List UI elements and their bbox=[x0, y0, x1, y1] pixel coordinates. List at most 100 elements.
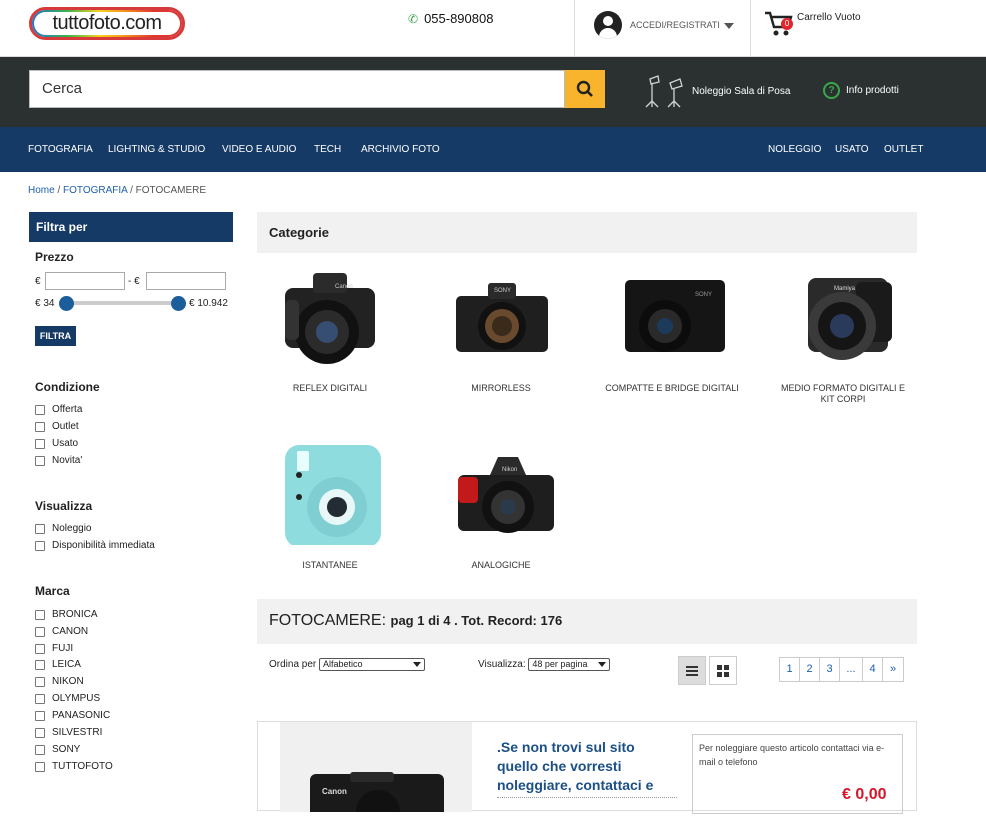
checkbox[interactable] bbox=[35, 540, 45, 551]
checkbox[interactable] bbox=[35, 523, 45, 534]
mirrorless-camera-icon: SONY bbox=[446, 268, 556, 368]
nav-item-video-audio[interactable]: VIDEO E AUDIO bbox=[222, 144, 296, 155]
category-card[interactable]: Canon REFLEX DIGITALI bbox=[260, 268, 400, 394]
price-min-input[interactable] bbox=[45, 272, 125, 290]
nav-item-noleggio[interactable]: NOLEGGIO bbox=[768, 144, 821, 155]
per-page-select-value: 48 per pagina bbox=[532, 659, 588, 669]
list-view-button[interactable] bbox=[678, 656, 706, 685]
brand-option[interactable]: BRONICA bbox=[35, 609, 98, 620]
product-message[interactable]: .Se non trovi sul sito quello che vorres… bbox=[497, 738, 677, 795]
checkbox[interactable] bbox=[35, 659, 45, 670]
product-price: € 0,00 bbox=[842, 786, 887, 803]
category-label: MEDIO FORMATO DIGITALI E KIT CORPI bbox=[780, 383, 905, 404]
nav-item-fotografia[interactable]: FOTOGRAFIA bbox=[28, 144, 93, 155]
checkbox[interactable] bbox=[35, 404, 45, 415]
brand-option[interactable]: NIKON bbox=[35, 676, 84, 687]
brand-option-label: LEICA bbox=[52, 659, 81, 670]
condition-option[interactable]: Novita' bbox=[35, 455, 82, 466]
checkbox[interactable] bbox=[35, 609, 45, 620]
phone-contact[interactable]: ✆ 055-890808 bbox=[408, 11, 493, 26]
divider bbox=[574, 0, 575, 57]
grid-view-button[interactable] bbox=[709, 656, 737, 685]
visualize-option[interactable]: Disponibilità immediata bbox=[35, 540, 155, 551]
checkbox[interactable] bbox=[35, 643, 45, 654]
brand-option[interactable]: CANON bbox=[35, 626, 88, 637]
listing-header: FOTOCAMERE: pag 1 di 4 . Tot. Record: 17… bbox=[257, 599, 917, 644]
brand-option-label: TUTTOFOTO bbox=[52, 761, 113, 772]
breadcrumb-fotografia[interactable]: FOTOGRAFIA bbox=[63, 185, 127, 196]
nav-item-archivio-foto[interactable]: ARCHIVIO FOTO bbox=[361, 144, 440, 155]
checkbox[interactable] bbox=[35, 626, 45, 637]
brand-option[interactable]: SILVESTRI bbox=[35, 727, 102, 738]
brand-option[interactable]: FUJI bbox=[35, 643, 73, 654]
filter-panel-title: Filtra per bbox=[29, 212, 233, 242]
visualize-option[interactable]: Noleggio bbox=[35, 523, 91, 534]
pagination: 1 2 3 ... 4 » bbox=[779, 657, 904, 682]
phone-number: 055-890808 bbox=[424, 11, 494, 26]
studio-rental-link[interactable]: Noleggio Sala di Posa bbox=[640, 73, 790, 109]
filter-button[interactable]: FILTRA bbox=[35, 326, 76, 346]
checkbox[interactable] bbox=[35, 455, 45, 466]
checkbox[interactable] bbox=[35, 676, 45, 687]
brand-option[interactable]: LEICA bbox=[35, 659, 81, 670]
page-3[interactable]: 3 bbox=[820, 657, 840, 682]
checkbox[interactable] bbox=[35, 693, 45, 704]
brand-option[interactable]: SONY bbox=[35, 744, 80, 755]
category-card[interactable]: Mamiya MEDIO FORMATO DIGITALI E KIT CORP… bbox=[773, 268, 913, 405]
search-button[interactable] bbox=[565, 70, 605, 108]
breadcrumb-current: FOTOCAMERE bbox=[135, 185, 207, 196]
price-max-input[interactable] bbox=[146, 272, 226, 290]
page-4[interactable]: 4 bbox=[863, 657, 883, 682]
checkbox[interactable] bbox=[35, 727, 45, 738]
brand-option[interactable]: PANASONIC bbox=[35, 710, 110, 721]
category-card[interactable]: Nikon ANALOGICHE bbox=[431, 445, 571, 571]
page-2[interactable]: 2 bbox=[800, 657, 820, 682]
currency-symbol: € bbox=[35, 276, 41, 287]
info-products-link[interactable]: ? Info prodotti bbox=[823, 82, 899, 99]
condition-option-label: Outlet bbox=[52, 421, 79, 432]
brand-option[interactable]: OLYMPUS bbox=[35, 693, 100, 704]
sort-select[interactable]: Alfabetico bbox=[319, 658, 426, 671]
price-min-label: € 34 bbox=[35, 298, 55, 309]
per-page-select[interactable]: 48 per pagina bbox=[528, 658, 611, 671]
checkbox[interactable] bbox=[35, 421, 45, 432]
instant-camera-icon bbox=[275, 445, 385, 547]
price-slider-min-handle[interactable] bbox=[59, 296, 74, 311]
breadcrumb-home[interactable]: Home bbox=[28, 185, 55, 196]
checkbox[interactable] bbox=[35, 761, 45, 772]
list-icon-line bbox=[686, 673, 698, 676]
studio-rental-label: Noleggio Sala di Posa bbox=[692, 85, 791, 97]
site-logo[interactable]: tuttofoto.com bbox=[29, 7, 185, 40]
price-slider-max-handle[interactable] bbox=[171, 296, 186, 311]
nav-item-lighting-studio[interactable]: LIGHTING & STUDIO bbox=[108, 144, 205, 155]
cart-count-badge: 0 bbox=[781, 18, 793, 30]
per-page-control: Visualizza: 48 per pagina bbox=[478, 658, 611, 671]
price-slider-track[interactable] bbox=[66, 301, 178, 305]
nav-item-outlet[interactable]: OUTLET bbox=[884, 144, 923, 155]
message-underline bbox=[497, 797, 677, 798]
nav-item-usato[interactable]: USATO bbox=[835, 144, 869, 155]
condition-option[interactable]: Outlet bbox=[35, 421, 79, 432]
category-card[interactable]: ISTANTANEE bbox=[260, 445, 400, 571]
brand-option-label: FUJI bbox=[52, 643, 74, 654]
sort-label: Ordina per bbox=[269, 659, 317, 671]
chevron-down-icon bbox=[723, 22, 734, 29]
account-menu[interactable]: ACCEDI/REGISTRATI bbox=[594, 11, 734, 39]
film-camera-icon: Nikon bbox=[446, 445, 556, 545]
condition-option[interactable]: Usato bbox=[35, 438, 78, 449]
checkbox[interactable] bbox=[35, 438, 45, 449]
checkbox[interactable] bbox=[35, 744, 45, 755]
checkbox[interactable] bbox=[35, 710, 45, 721]
search-input[interactable]: Cerca bbox=[29, 70, 565, 108]
category-card[interactable]: SONY MIRRORLESS bbox=[431, 268, 571, 394]
nav-item-tech[interactable]: TECH bbox=[314, 144, 341, 155]
condition-option[interactable]: Offerta bbox=[35, 404, 82, 415]
next-page-button[interactable]: » bbox=[883, 657, 904, 682]
product-image[interactable]: Canon bbox=[280, 722, 472, 817]
page-1[interactable]: 1 bbox=[779, 657, 800, 682]
brand-option[interactable]: TUTTOFOTO bbox=[35, 761, 113, 772]
divider bbox=[750, 0, 751, 57]
category-card[interactable]: SONY COMPATTE E BRIDGE DIGITALI bbox=[602, 268, 742, 394]
svg-text:SONY: SONY bbox=[494, 288, 511, 294]
logo-text: tuttofoto.com bbox=[34, 12, 180, 35]
